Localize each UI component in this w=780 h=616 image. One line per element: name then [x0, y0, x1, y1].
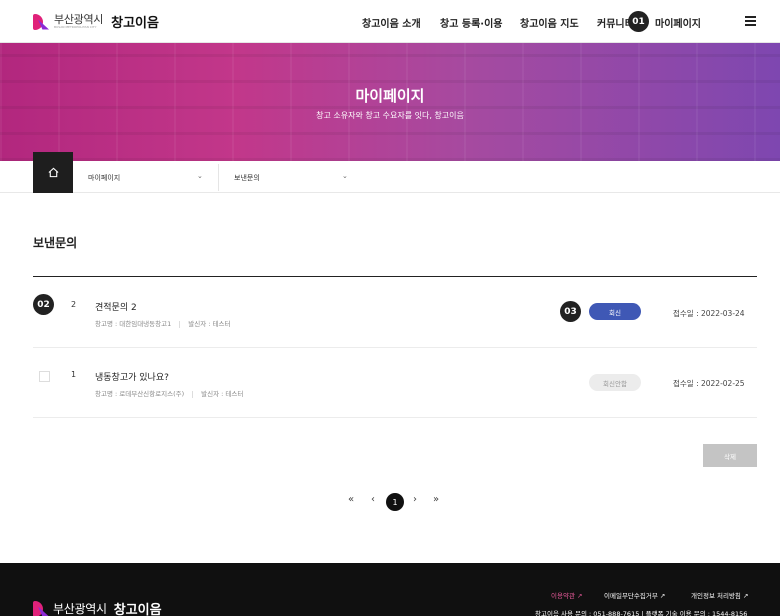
list-top-rule	[33, 276, 757, 277]
footer-logo: 부산광역시 창고이음	[33, 599, 162, 616]
pagination-current-page[interactable]: 1	[386, 493, 404, 511]
status-badge: 회신안함	[589, 374, 641, 391]
pagination-next[interactable]: ›	[413, 494, 417, 505]
pagination-last[interactable]: »	[433, 494, 439, 505]
nav-item-register[interactable]: 창고 등록·이용	[440, 15, 502, 30]
breadcrumb-level2[interactable]: 보낸문의	[234, 173, 260, 183]
footer-logo-brand: 창고이음	[113, 603, 162, 616]
chevron-down-icon[interactable]: ⌄	[197, 172, 203, 180]
received-date: 접수일 : 2022-02-25	[673, 379, 745, 388]
home-icon	[48, 167, 58, 178]
chevron-down-icon[interactable]: ⌄	[342, 172, 348, 180]
row-number: 1	[71, 370, 77, 379]
inquiry-meta: 창고명 : 로데부산신항로지스(주) 발신자 : 테스터	[95, 388, 243, 398]
busan-logo-icon	[33, 600, 49, 616]
nav-item-intro[interactable]: 창고이음 소개	[362, 15, 421, 30]
site-logo[interactable]: 부산광역시 BUSAN METROPOLITAN CITY 창고이음	[33, 12, 159, 31]
row-divider	[33, 417, 757, 418]
site-header: 부산광역시 BUSAN METROPOLITAN CITY 창고이음 창고이음 …	[0, 0, 780, 43]
step-marker-03: 03	[560, 301, 581, 322]
received-date: 접수일 : 2022-03-24	[673, 309, 745, 318]
inquiry-meta: 창고명 : 대한임대냉동창고1 발신자 : 테스터	[95, 318, 230, 328]
status-badge: 회신	[589, 303, 641, 320]
sender-name: 발신자 : 테스터	[188, 320, 231, 328]
nav-item-map[interactable]: 창고이음 지도	[520, 15, 579, 30]
pagination-first[interactable]: «	[348, 494, 354, 505]
site-footer: 부산광역시 창고이음 이용약관 ↗ 이메일무단수집거부 ↗ 개인정보 처리방침 …	[0, 563, 780, 616]
logo-brand-name: 창고이음	[111, 16, 159, 31]
warehouse-name: 창고명 : 대한임대냉동창고1	[95, 320, 172, 328]
footer-link-privacy[interactable]: 개인정보 처리방침 ↗	[691, 590, 748, 600]
banner-title: 마이페이지	[355, 87, 425, 105]
row-checkbox[interactable]	[39, 371, 50, 382]
nav-item-mypage[interactable]: 마이페이지	[655, 15, 701, 30]
logo-city-name: 부산광역시	[54, 13, 104, 26]
page-title: 보낸문의	[33, 236, 78, 250]
delete-button[interactable]: 삭제	[703, 444, 757, 467]
step-marker-02: 02	[33, 294, 54, 315]
warehouse-name: 창고명 : 로데부산신항로지스(주)	[95, 390, 185, 398]
inquiry-subject-link[interactable]: 냉동창고가 있나요?	[95, 370, 169, 383]
step-marker-01: 01	[628, 11, 649, 32]
row-number: 2	[71, 300, 77, 309]
nav-item-community[interactable]: 커뮤니티	[597, 15, 631, 30]
external-link-icon: ↗	[577, 592, 583, 600]
footer-link-email-policy[interactable]: 이메일무단수집거부 ↗	[604, 590, 665, 600]
external-link-icon: ↗	[742, 592, 749, 600]
footer-link-terms[interactable]: 이용약관 ↗	[551, 590, 582, 600]
menu-icon[interactable]	[745, 16, 756, 26]
sender-name: 발신자 : 테스터	[201, 390, 244, 398]
breadcrumb: 마이페이지 ⌄ 보낸문의 ⌄	[0, 152, 780, 193]
pagination-prev[interactable]: ‹	[371, 494, 375, 505]
logo-city-subtitle: BUSAN METROPOLITAN CITY	[54, 25, 97, 29]
footer-contact: 창고이음 사용 문의 : 051-888-7615 | 플랫폼 기술 이용 문의…	[535, 610, 748, 616]
external-link-icon: ↗	[659, 592, 666, 600]
inquiry-subject-link[interactable]: 견적문의 2	[95, 300, 137, 313]
row-divider	[33, 347, 757, 348]
footer-logo-city: 부산광역시	[53, 602, 107, 616]
banner-subtitle: 창고 소유자와 창고 수요자를 잇다, 창고이음	[316, 111, 464, 120]
page-banner: 마이페이지 창고 소유자와 창고 수요자를 잇다, 창고이음	[0, 43, 780, 161]
busan-logo-icon	[33, 13, 49, 30]
home-button[interactable]	[33, 152, 73, 193]
breadcrumb-divider	[218, 164, 219, 191]
breadcrumb-level1[interactable]: 마이페이지	[88, 173, 120, 183]
